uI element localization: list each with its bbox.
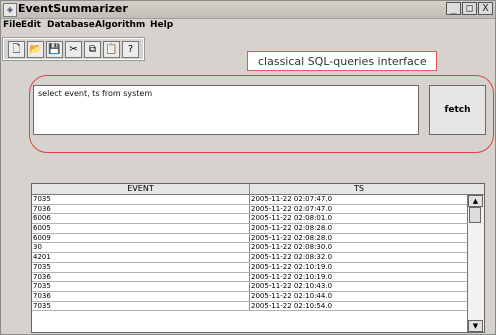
event-column-header[interactable]: EVENT	[32, 184, 250, 194]
scroll-up-icon[interactable]: ▲	[468, 195, 483, 207]
table-row[interactable]: 6005 2005-11-22 02:08:28.0	[32, 224, 468, 234]
event-cell: 7036	[32, 204, 250, 214]
ts-cell: 2005-11-22 02:08:30.0	[251, 243, 333, 252]
event-cell: 30	[32, 243, 250, 253]
table-row[interactable]: 7036 2005-11-22 02:10:44.0	[32, 291, 468, 302]
event-cell: 6009	[32, 233, 250, 243]
help-icon[interactable]: ?	[122, 41, 139, 58]
window-controls: _ □ X	[446, 2, 493, 15]
scroll-down-icon[interactable]: ▼	[468, 320, 483, 332]
table-row[interactable]: 6009 2005-11-22 02:08:28.0	[32, 233, 468, 244]
ts-cell: 2005-11-22 02:10:54.0	[251, 301, 333, 310]
ts-cell: 2005-11-22 02:10:44.0	[251, 291, 333, 300]
event-cell: 7035	[32, 282, 250, 291]
vertical-scrollbar[interactable]: ▲ ▼	[467, 195, 484, 332]
maximize-button[interactable]: □	[462, 2, 477, 15]
interface-mode-label: classical SQL-queries interface	[247, 51, 437, 71]
table-row[interactable]: 7035 2005-11-22 02:07:47.0	[32, 195, 468, 205]
menu-bar: File Edit Database Algorithm Help	[1, 19, 495, 34]
table-row[interactable]: 7035 2005-11-22 02:10:19.0	[32, 262, 468, 273]
menu-help[interactable]: Help	[150, 20, 173, 30]
table-row[interactable]: 7035 2005-11-22 02:10:54.0	[32, 301, 468, 312]
ts-cell: 2005-11-22 02:08:28.0	[251, 233, 333, 242]
ts-cell: 2005-11-22 02:08:01.0	[251, 214, 333, 223]
ts-cell: 2005-11-22 02:10:19.0	[251, 262, 333, 271]
app-icon: ◈	[3, 3, 17, 17]
sql-query-input[interactable]: select event, ts from system	[33, 85, 419, 135]
table-header: EVENT TS	[32, 184, 484, 195]
scroll-thumb[interactable]	[469, 207, 481, 223]
results-table: EVENT TS 7035 2005-11-22 02:07:47.0 7036 2…	[31, 183, 485, 333]
menu-algorithm[interactable]: Algorithm	[95, 20, 145, 30]
table-row[interactable]: 30 2005-11-22 02:08:30.0	[32, 243, 468, 254]
event-cell: 7035	[32, 195, 250, 204]
cut-icon[interactable]: ✂	[65, 41, 82, 58]
table-row[interactable]: 7036 2005-11-22 02:07:47.0	[32, 204, 468, 215]
open-folder-icon[interactable]: 📂	[27, 41, 44, 58]
event-cell: 4201	[32, 253, 250, 262]
table-row[interactable]: 4201 2005-11-22 02:08:32.0	[32, 253, 468, 263]
menu-file[interactable]: File	[3, 20, 21, 30]
ts-cell: 2005-11-22 02:10:43.0	[251, 282, 333, 291]
title-bar: ◈ EventSummarizer _ □ X	[1, 1, 495, 19]
event-cell: 7036	[32, 291, 250, 301]
app-window: ◈ EventSummarizer _ □ X File Edit Databa…	[0, 0, 496, 335]
ts-cell: 2005-11-22 02:08:28.0	[251, 224, 333, 233]
event-cell: 6005	[32, 224, 250, 233]
paste-icon[interactable]: 📋	[103, 41, 120, 58]
table-row[interactable]: 7035 2005-11-22 02:10:43.0	[32, 282, 468, 292]
event-cell: 7035	[32, 262, 250, 272]
ts-cell: 2005-11-22 02:07:47.0	[251, 204, 333, 213]
close-button[interactable]: X	[478, 2, 493, 15]
event-cell: 7035	[32, 301, 250, 311]
event-cell: 6006	[32, 214, 250, 224]
window-title: EventSummarizer	[18, 2, 128, 15]
ts-cell: 2005-11-22 02:07:47.0	[251, 195, 333, 203]
new-file-icon[interactable]: 🗋	[8, 41, 25, 58]
fetch-button[interactable]: fetch	[429, 85, 486, 135]
save-icon[interactable]: 💾	[46, 41, 63, 58]
ts-column-header[interactable]: TS	[250, 184, 468, 194]
toolbar-button-group: 🗋 📂 💾 ✂ ⧉ 📋 ?	[2, 37, 145, 61]
ts-cell: 2005-11-22 02:08:32.0	[251, 253, 333, 262]
menu-database[interactable]: Database	[47, 20, 95, 30]
table-row[interactable]: 7036 2005-11-22 02:10:19.0	[32, 272, 468, 283]
minimize-button[interactable]: _	[446, 2, 461, 15]
table-row[interactable]: 6006 2005-11-22 02:08:01.0	[32, 214, 468, 225]
table-body: 7035 2005-11-22 02:07:47.0 7036 2005-11-22…	[32, 195, 468, 312]
copy-icon[interactable]: ⧉	[84, 41, 101, 58]
menu-edit[interactable]: Edit	[21, 20, 41, 30]
event-cell: 7036	[32, 272, 250, 282]
ts-cell: 2005-11-22 02:10:19.0	[251, 272, 333, 281]
